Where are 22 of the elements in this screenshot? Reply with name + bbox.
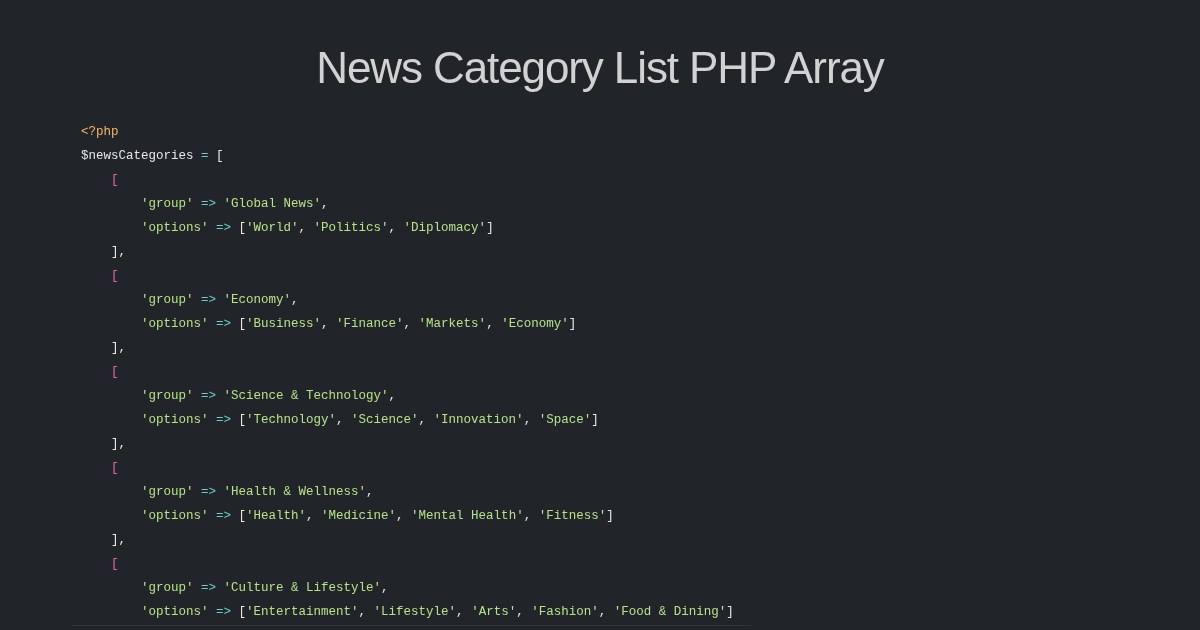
code-line: 'options' => ['World', 'Politics', 'Diplomacy'] bbox=[141, 220, 494, 237]
code-line: 'options' => ['Entertainment', 'Lifestyle', 'Arts', 'Fashion', 'Food & Dining'] bbox=[141, 604, 734, 621]
code-line: 'group' => 'Economy', bbox=[141, 292, 299, 309]
page-title: News Category List PHP Array bbox=[316, 42, 884, 94]
code-line: 'options' => ['Business', 'Finance', 'Markets', 'Economy'] bbox=[141, 316, 577, 333]
code-line: 'group' => 'Science & Technology', bbox=[141, 388, 397, 405]
code-line: [ bbox=[111, 556, 119, 573]
code-line: [ bbox=[111, 268, 119, 285]
code-line: $newsCategories = [ bbox=[81, 148, 224, 165]
code-line: ], bbox=[111, 340, 126, 357]
code-line: [ bbox=[111, 172, 119, 189]
code-line: 'group' => 'Global News', bbox=[141, 196, 329, 213]
code-line: ], bbox=[111, 436, 126, 453]
code-line: 'options' => ['Technology', 'Science', 'Innovation', 'Space'] bbox=[141, 412, 599, 429]
code-line: <?php bbox=[81, 124, 119, 141]
code-line: ], bbox=[111, 532, 126, 549]
code-line: [ bbox=[111, 364, 119, 381]
code-line: [ bbox=[111, 460, 119, 477]
code-line: 'group' => 'Health & Wellness', bbox=[141, 484, 374, 501]
code-line: ], bbox=[111, 244, 126, 261]
code-line: 'options' => ['Health', 'Medicine', 'Mental Health', 'Fitness'] bbox=[141, 508, 614, 525]
code-line: 'group' => 'Culture & Lifestyle', bbox=[141, 580, 389, 597]
